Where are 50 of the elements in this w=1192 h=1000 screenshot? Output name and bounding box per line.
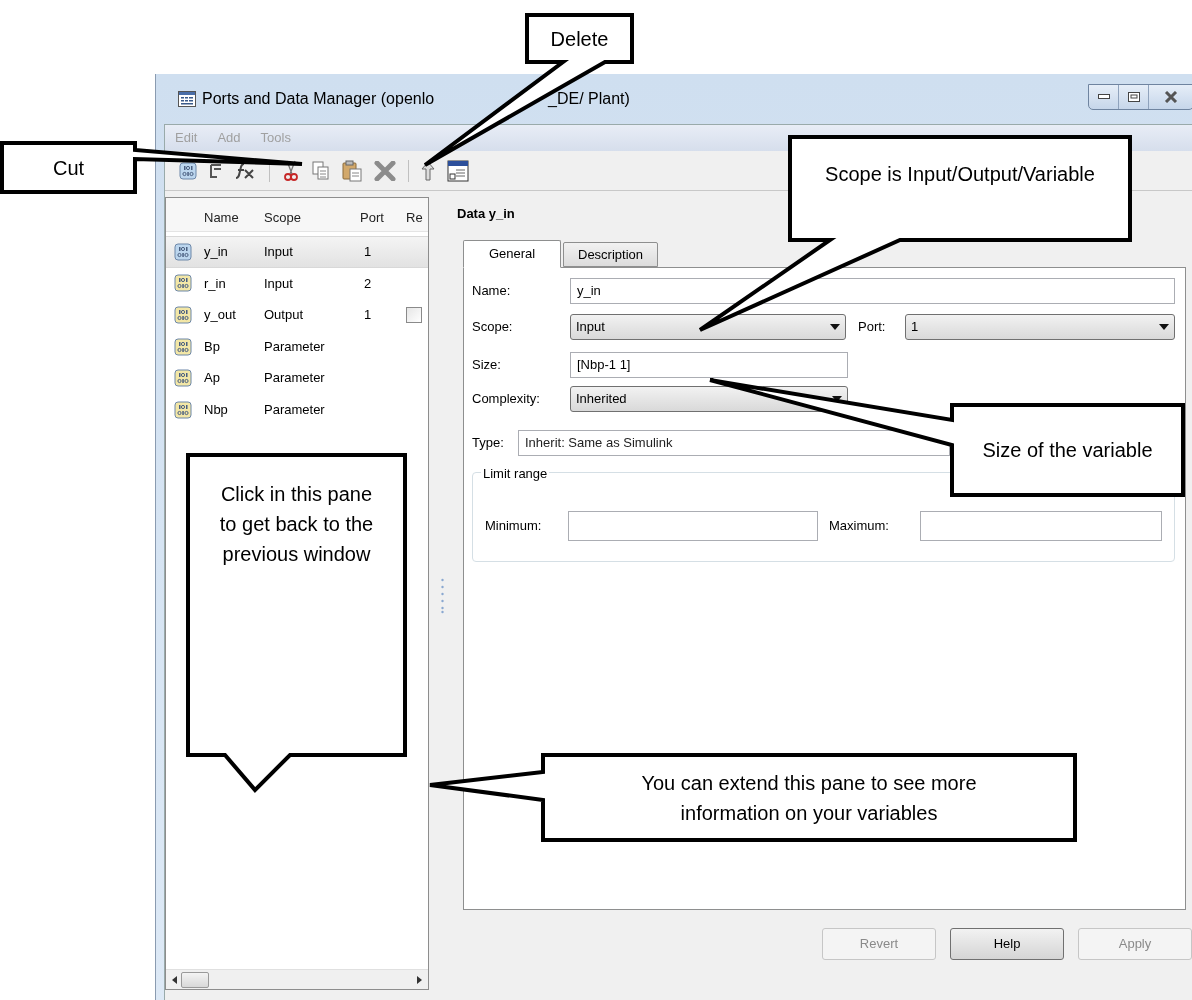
variable-row[interactable]: Nbp Parameter	[166, 393, 428, 426]
field-label: Size:	[472, 356, 502, 375]
dialog-button[interactable]: Help	[950, 928, 1064, 960]
column-header[interactable]: Re	[402, 207, 426, 227]
table-cell-text: Parameter	[263, 369, 326, 388]
table-cell-text: Parameter	[263, 337, 326, 356]
callout-text: Scope is Input/Output/Variable	[825, 162, 1095, 187]
data-heading: Data y_in	[457, 205, 515, 224]
table-cell-text: Input	[263, 274, 294, 293]
table-cell-text: 1	[364, 306, 372, 325]
table-cell-text: y_out	[203, 306, 237, 325]
table-cell-text: Output	[263, 306, 305, 325]
variable-row[interactable]: Bp Parameter	[166, 330, 428, 363]
field-label: Port:	[858, 318, 887, 337]
scope-dropdown[interactable]: Input	[570, 314, 846, 340]
callout-text: Delete	[550, 26, 609, 52]
callout-text: Cut	[52, 155, 85, 181]
field-label: Type:	[472, 434, 505, 453]
port-dropdown[interactable]: 1	[905, 314, 1175, 340]
table-cell-text: 2	[364, 274, 372, 293]
window-title: _DE/ Plant)	[548, 89, 630, 109]
size-field[interactable]: [Nbp-1 1]	[570, 352, 848, 378]
field-label: Complexity:	[472, 390, 541, 409]
type-field[interactable]: Inherit: Same as Simulink	[518, 430, 950, 456]
table-cell-text: Ap	[203, 369, 221, 388]
column-header[interactable]: Scope	[260, 207, 356, 227]
variable-row[interactable]: Ap Parameter	[166, 362, 428, 394]
variable-row[interactable]: r_in Input 2	[166, 267, 428, 300]
callout-text: You can extend this pane to see more information on your variables	[640, 770, 978, 826]
field-label: Scope:	[472, 318, 514, 337]
table-cell-text: r_in	[203, 274, 227, 293]
callout-text: Size of the variable	[982, 438, 1153, 463]
table-cell-text: Input	[263, 243, 294, 262]
field-label: Maximum:	[829, 517, 890, 536]
field-label: Name:	[472, 282, 512, 301]
column-header[interactable]: Port	[356, 207, 402, 227]
table-cell-text: Bp	[203, 337, 221, 356]
name-field[interactable]: y_in	[570, 278, 1175, 304]
table-cell-text: 1	[364, 243, 372, 262]
column-header[interactable]: Name	[166, 207, 260, 227]
table-cell-text: y_in	[203, 243, 229, 262]
table-cell-text: Nbp	[203, 401, 229, 419]
table-cell-text: Parameter	[263, 401, 326, 419]
window-title: Ports and Data Manager (openlo	[202, 89, 435, 109]
variable-row[interactable]: y_out Output 1	[166, 299, 428, 331]
field-label: Minimum:	[485, 517, 543, 536]
callout-text: Click in this pane to get back to the previous window	[218, 482, 375, 567]
tab[interactable]: Description	[563, 242, 659, 267]
variable-row[interactable]: y_in Input 1	[166, 236, 428, 268]
tab[interactable]: General	[463, 240, 561, 268]
